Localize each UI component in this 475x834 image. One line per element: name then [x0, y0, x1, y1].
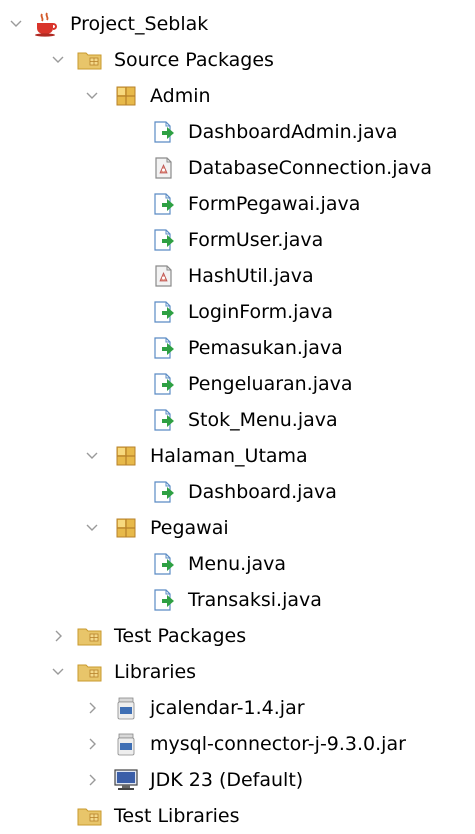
tree-node-label: LoginForm.java — [188, 301, 333, 323]
chevron-down-icon[interactable] — [80, 78, 104, 114]
package-icon — [112, 442, 140, 470]
java-form-icon — [150, 406, 178, 434]
folder-package-icon — [76, 46, 104, 74]
java-form-icon — [150, 118, 178, 146]
tree-node-label: Pengeluaran.java — [188, 373, 353, 395]
tree-node-dashboardadmin-java[interactable]: DashboardAdmin.java — [116, 114, 397, 150]
tree-node-label: DashboardAdmin.java — [188, 121, 398, 143]
java-class-icon — [150, 262, 178, 290]
jar-file-icon — [112, 694, 140, 722]
java-form-icon — [150, 586, 178, 614]
project-tree: Project_Seblak Source Packages Admin Dashbo… — [0, 0, 475, 832]
tree-node-stok-menu-java[interactable]: Stok_Menu.java — [116, 402, 338, 438]
tree-node-project-seblak[interactable]: Project_Seblak — [4, 6, 208, 42]
tree-node-label: FormPegawai.java — [188, 193, 361, 215]
tree-node-label: Menu.java — [188, 553, 287, 575]
tree-node-loginform-java[interactable]: LoginForm.java — [116, 294, 333, 330]
folder-library-icon — [76, 658, 104, 686]
tree-node-menu-java[interactable]: Menu.java — [116, 546, 286, 582]
tree-node-label: Halaman_Utama — [150, 445, 308, 467]
java-class-icon — [150, 154, 178, 182]
chevron-down-icon[interactable] — [46, 654, 70, 690]
chevron-down-icon[interactable] — [80, 510, 104, 546]
package-icon — [112, 82, 140, 110]
tree-node-libraries[interactable]: Libraries — [46, 654, 196, 690]
chevron-right-icon[interactable] — [46, 618, 70, 654]
tree-node-pengeluaran-java[interactable]: Pengeluaran.java — [116, 366, 353, 402]
tree-node-label: Dashboard.java — [188, 481, 337, 503]
chevron-right-icon[interactable] — [80, 690, 104, 726]
tree-node-label: jcalendar-1.4.jar — [150, 697, 305, 719]
tree-node-label: Stok_Menu.java — [188, 409, 338, 431]
tree-node-mysql-connector-jar[interactable]: mysql-connector-j-9.3.0.jar — [80, 726, 406, 762]
tree-node-pemasukan-java[interactable]: Pemasukan.java — [116, 330, 343, 366]
tree-node-databaseconnection-java[interactable]: DatabaseConnection.java — [116, 150, 432, 186]
tree-node-package-admin[interactable]: Admin — [80, 78, 211, 114]
java-form-icon — [150, 370, 178, 398]
tree-node-transaksi-java[interactable]: Transaksi.java — [116, 582, 322, 618]
tree-node-label: HashUtil.java — [188, 265, 314, 287]
coffee-cup-project-icon — [32, 10, 60, 38]
java-form-icon — [150, 334, 178, 362]
java-form-icon — [150, 478, 178, 506]
java-form-icon — [150, 226, 178, 254]
tree-node-label: Source Packages — [114, 49, 274, 71]
tree-node-label: Test Packages — [114, 625, 247, 647]
chevron-down-icon[interactable] — [46, 42, 70, 78]
tree-node-label: Admin — [150, 85, 211, 107]
tree-node-formuser-java[interactable]: FormUser.java — [116, 222, 323, 258]
tree-node-test-packages[interactable]: Test Packages — [46, 618, 246, 654]
tree-node-package-halaman-utama[interactable]: Halaman_Utama — [80, 438, 308, 474]
chevron-down-icon[interactable] — [80, 438, 104, 474]
chevron-right-icon[interactable] — [80, 762, 104, 798]
tree-node-jcalendar-jar[interactable]: jcalendar-1.4.jar — [80, 690, 305, 726]
jar-file-icon — [112, 730, 140, 758]
java-form-icon — [150, 298, 178, 326]
tree-node-label: Test Libraries — [114, 805, 240, 827]
tree-node-label: mysql-connector-j-9.3.0.jar — [150, 733, 406, 755]
tree-node-label: Pemasukan.java — [188, 337, 343, 359]
folder-package-icon — [76, 622, 104, 650]
tree-node-label: DatabaseConnection.java — [188, 157, 433, 179]
tree-node-dashboard-java[interactable]: Dashboard.java — [116, 474, 337, 510]
chevron-right-icon[interactable] — [80, 726, 104, 762]
jdk-monitor-icon — [112, 766, 140, 794]
java-form-icon — [150, 190, 178, 218]
package-icon — [112, 514, 140, 542]
tree-node-label: Pegawai — [150, 517, 229, 539]
tree-node-label: Transaksi.java — [188, 589, 322, 611]
tree-node-formpegawai-java[interactable]: FormPegawai.java — [116, 186, 360, 222]
tree-node-label: FormUser.java — [188, 229, 324, 251]
folder-library-icon — [76, 802, 104, 830]
tree-node-test-libraries[interactable]: Test Libraries — [46, 798, 240, 834]
tree-node-label: Project_Seblak — [70, 13, 209, 35]
tree-node-source-packages[interactable]: Source Packages — [46, 42, 274, 78]
tree-node-label: JDK 23 (Default) — [150, 769, 304, 791]
java-form-icon — [150, 550, 178, 578]
chevron-down-icon[interactable] — [4, 6, 28, 42]
tree-node-jdk-23[interactable]: JDK 23 (Default) — [80, 762, 303, 798]
tree-node-label: Libraries — [114, 661, 197, 683]
tree-node-hashutil-java[interactable]: HashUtil.java — [116, 258, 314, 294]
tree-node-package-pegawai[interactable]: Pegawai — [80, 510, 229, 546]
